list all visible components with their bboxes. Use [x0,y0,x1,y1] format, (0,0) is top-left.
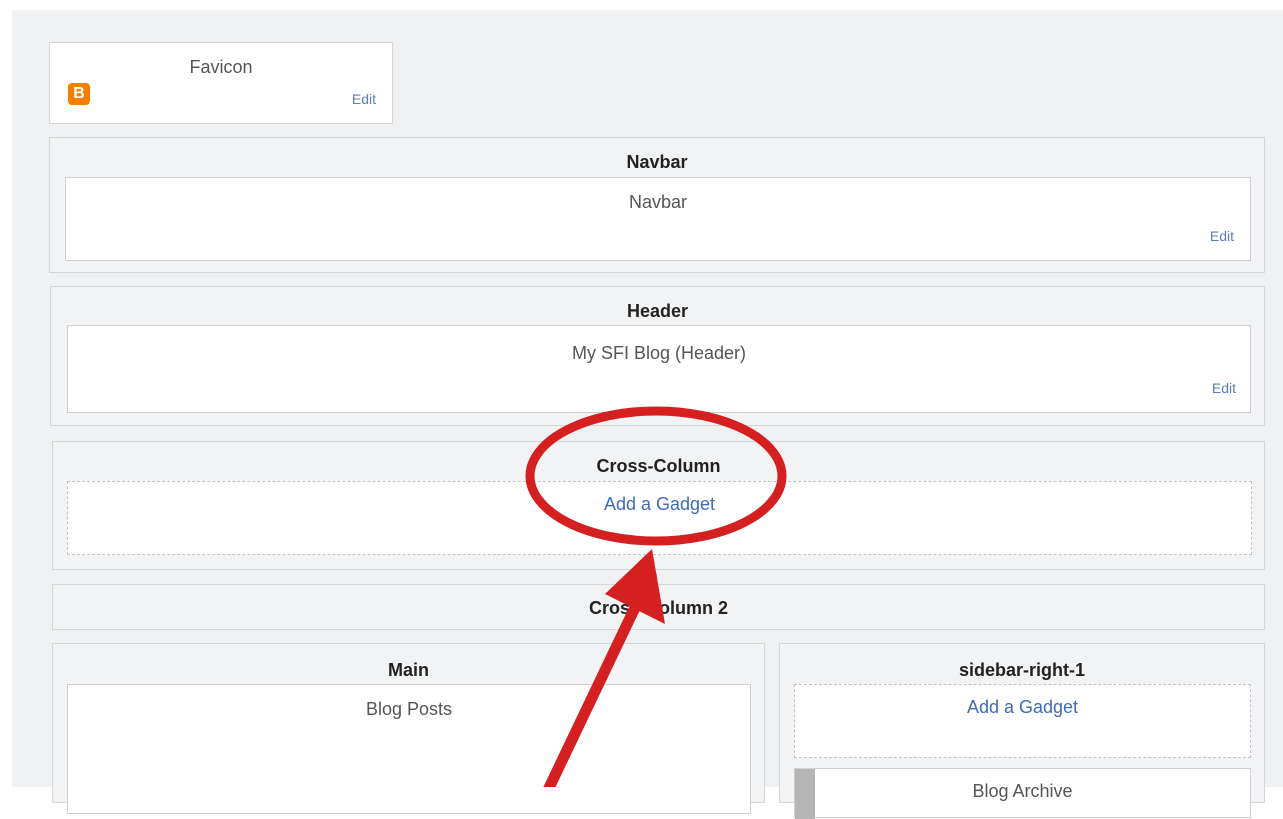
favicon-title: Favicon [189,57,253,77]
blog-posts-gadget-name: Blog Posts [365,699,453,719]
blogger-logo-icon: B [68,83,90,105]
cross-column-2-section: Cross-Column 2 [52,584,1265,630]
header-gadget[interactable]: My SFI Blog (Header) Edit [67,325,1251,413]
cross-column-add-gadget-link[interactable]: Add a Gadget [68,494,1251,515]
main-section-title: Main [387,660,429,680]
sidebar-right-1-title: sidebar-right-1 [958,660,1086,680]
blog-posts-gadget[interactable]: Blog Posts [67,684,751,814]
cross-column-add-gadget-area[interactable]: Add a Gadget [67,481,1252,555]
header-gadget-name: My SFI Blog (Header) [571,343,747,363]
blog-archive-gadget-name: Blog Archive [972,781,1073,801]
header-section-title: Header [626,301,689,321]
header-edit-link[interactable]: Edit [1212,380,1236,396]
sidebar-add-gadget-area[interactable]: Add a Gadget [794,684,1251,758]
navbar-section-title: Navbar [626,152,688,172]
favicon-edit-link[interactable]: Edit [352,91,376,107]
navbar-gadget-name: Navbar [628,192,688,212]
navbar-edit-link[interactable]: Edit [1210,228,1234,244]
sidebar-right-1-section: sidebar-right-1 Add a Gadget Blog Archiv… [779,643,1265,819]
navbar-gadget[interactable]: Navbar Edit [65,177,1251,261]
main-section: Main Blog Posts [52,643,765,814]
cross-column-title: Cross-Column [596,456,721,476]
header-section: Header My SFI Blog (Header) Edit [50,286,1265,426]
blog-archive-gadget[interactable]: Blog Archive [794,768,1251,819]
favicon-section: Favicon B Edit [49,42,393,124]
sidebar-add-gadget-link[interactable]: Add a Gadget [795,697,1250,718]
cross-column-section: Cross-Column Add a Gadget [52,441,1265,570]
cross-column-2-title: Cross-Column 2 [588,598,729,618]
navbar-section: Navbar Navbar Edit [49,137,1265,273]
